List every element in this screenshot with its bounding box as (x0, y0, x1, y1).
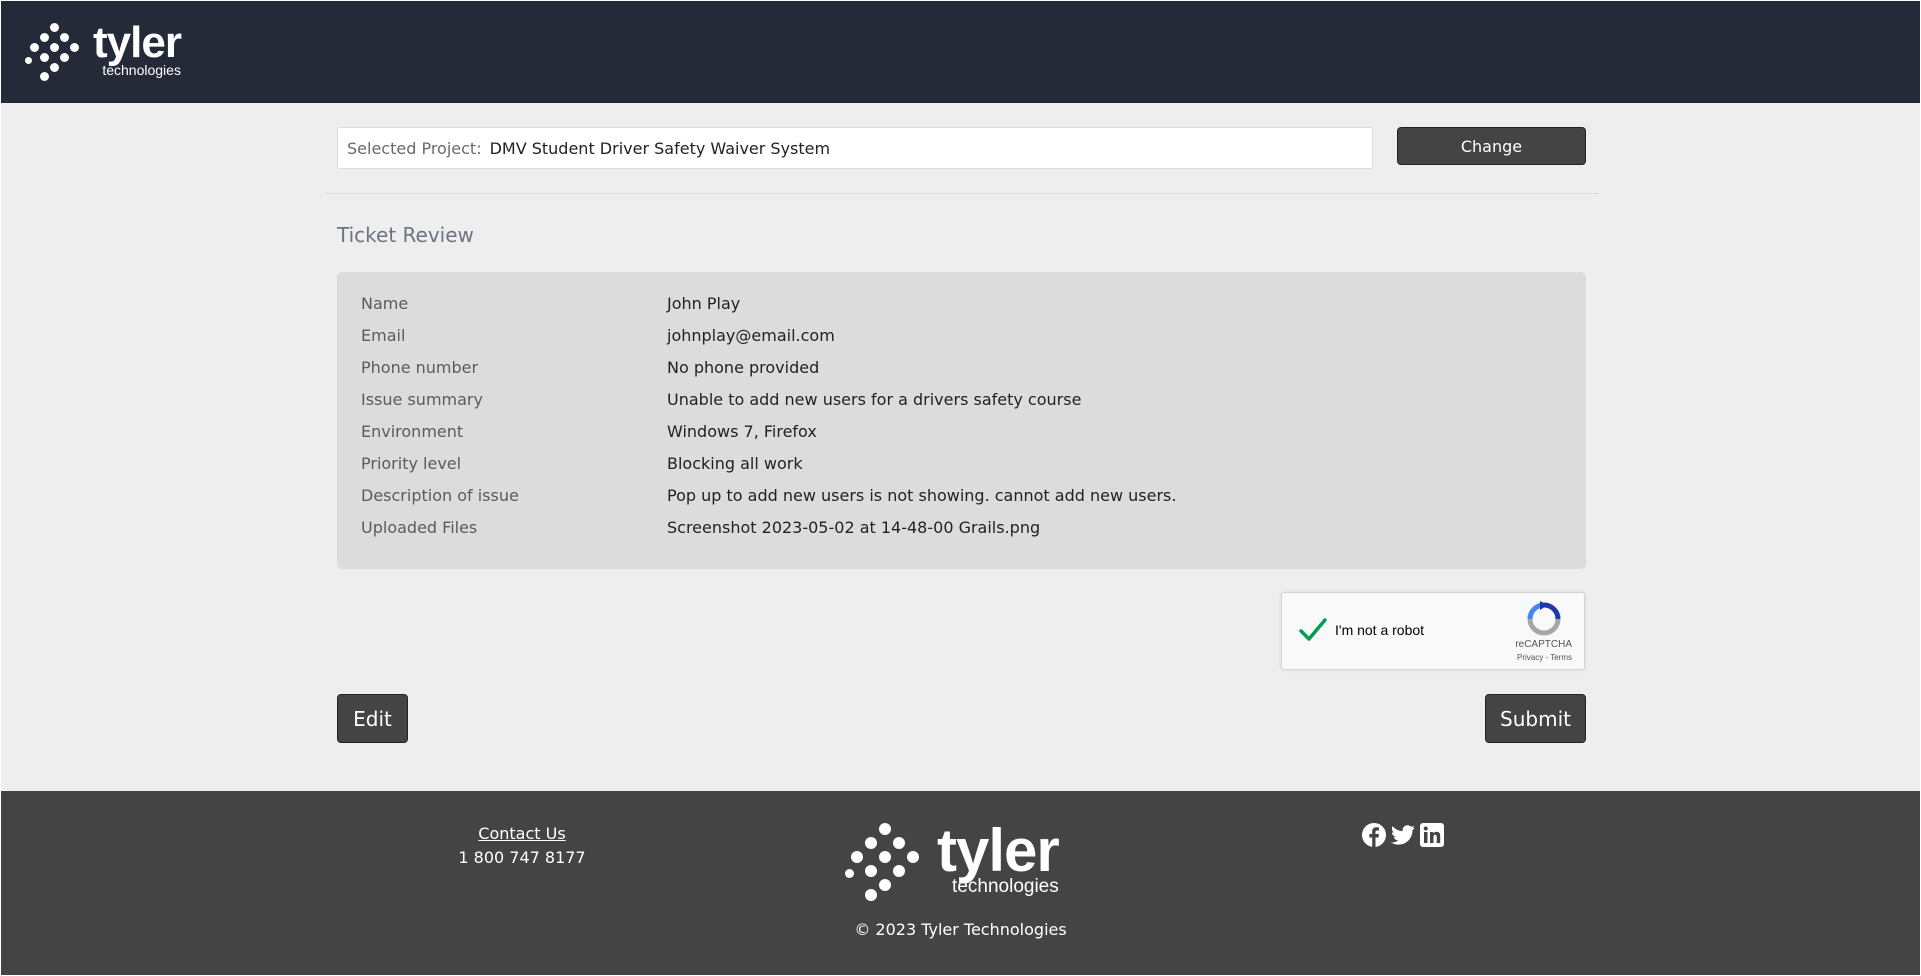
site-footer: Contact Us 1 800 747 8177 tyler technolo… (1, 791, 1920, 975)
recaptcha-label: I'm not a robot (1335, 622, 1425, 638)
review-row-issue-summary: Issue summary Unable to add new users fo… (361, 383, 1081, 415)
recaptcha-brand: reCAPTCHA (1515, 639, 1572, 650)
review-row-environment: Environment Windows 7, Firefox (361, 415, 817, 447)
review-row-description: Description of issue Pop up to add new u… (361, 479, 1176, 511)
review-label: Uploaded Files (361, 517, 478, 537)
header-logo-sub: technologies (102, 62, 181, 78)
review-value: Blocking all work (667, 453, 803, 473)
submit-button[interactable]: Submit (1485, 694, 1586, 743)
recaptcha-widget[interactable]: I'm not a robot reCAPTCHA Privacy - Term… (1281, 592, 1585, 670)
review-row-name: Name John Play (361, 287, 740, 319)
review-value: Pop up to add new users is not showing. … (667, 485, 1177, 505)
review-label: Description of issue (361, 485, 519, 505)
review-label: Name (361, 293, 409, 313)
review-label: Environment (361, 421, 464, 441)
selected-project-label: Selected Project: (347, 138, 482, 158)
review-value: Unable to add new users for a drivers sa… (667, 389, 1082, 409)
review-label: Issue summary (361, 389, 483, 409)
review-value: johnplay@email.com (667, 325, 835, 345)
review-row-email: Email johnplay@email.com (361, 319, 835, 351)
facebook-icon[interactable] (1361, 822, 1387, 848)
header-logo[interactable]: tyler technologies (25, 18, 182, 81)
selected-project-value: DMV Student Driver Safety Waiver System (489, 138, 831, 158)
checkmark-icon[interactable] (1298, 615, 1328, 645)
review-row-priority: Priority level Blocking all work (361, 447, 803, 479)
social-links (1361, 822, 1445, 848)
review-value: No phone provided (667, 357, 820, 377)
site-header: tyler technologies (1, 1, 1920, 103)
footer-logo-sub: technologies (952, 876, 1059, 897)
footer-logo-word: tyler (937, 817, 1060, 884)
review-label: Email (361, 325, 406, 345)
tyler-dots-icon (25, 21, 85, 81)
review-label: Phone number (361, 357, 479, 377)
footer-logo[interactable]: tyler technologies (845, 817, 1060, 901)
header-logo-word: tyler (93, 18, 182, 67)
tyler-dots-icon (845, 821, 925, 901)
recaptcha-logo-icon (1527, 601, 1561, 636)
main-content: Selected Project: DMV Student Driver Saf… (1, 103, 1920, 791)
review-row-phone: Phone number No phone provided (361, 351, 819, 383)
recaptcha-privacy-terms[interactable]: Privacy - Terms (1517, 653, 1572, 662)
section-divider (325, 193, 1599, 194)
twitter-icon[interactable] (1390, 822, 1416, 848)
change-project-button[interactable]: Change (1397, 127, 1586, 165)
review-label: Priority level (361, 453, 462, 473)
page-title: Ticket Review (337, 223, 474, 247)
review-value: Screenshot 2023-05-02 at 14-48-00 Grails… (667, 517, 1041, 537)
review-row-uploaded-files: Uploaded Files Screenshot 2023-05-02 at … (361, 511, 1040, 543)
linkedin-icon[interactable] (1419, 822, 1445, 848)
review-value: John Play (667, 293, 741, 313)
edit-button[interactable]: Edit (337, 694, 408, 743)
review-value: Windows 7, Firefox (667, 421, 817, 441)
copyright-text: © 2023 Tyler Technologies (854, 920, 1067, 939)
ticket-review-panel: Name John Play Email johnplay@email.com … (337, 272, 1586, 569)
selected-project-field: Selected Project: DMV Student Driver Saf… (337, 127, 1373, 169)
